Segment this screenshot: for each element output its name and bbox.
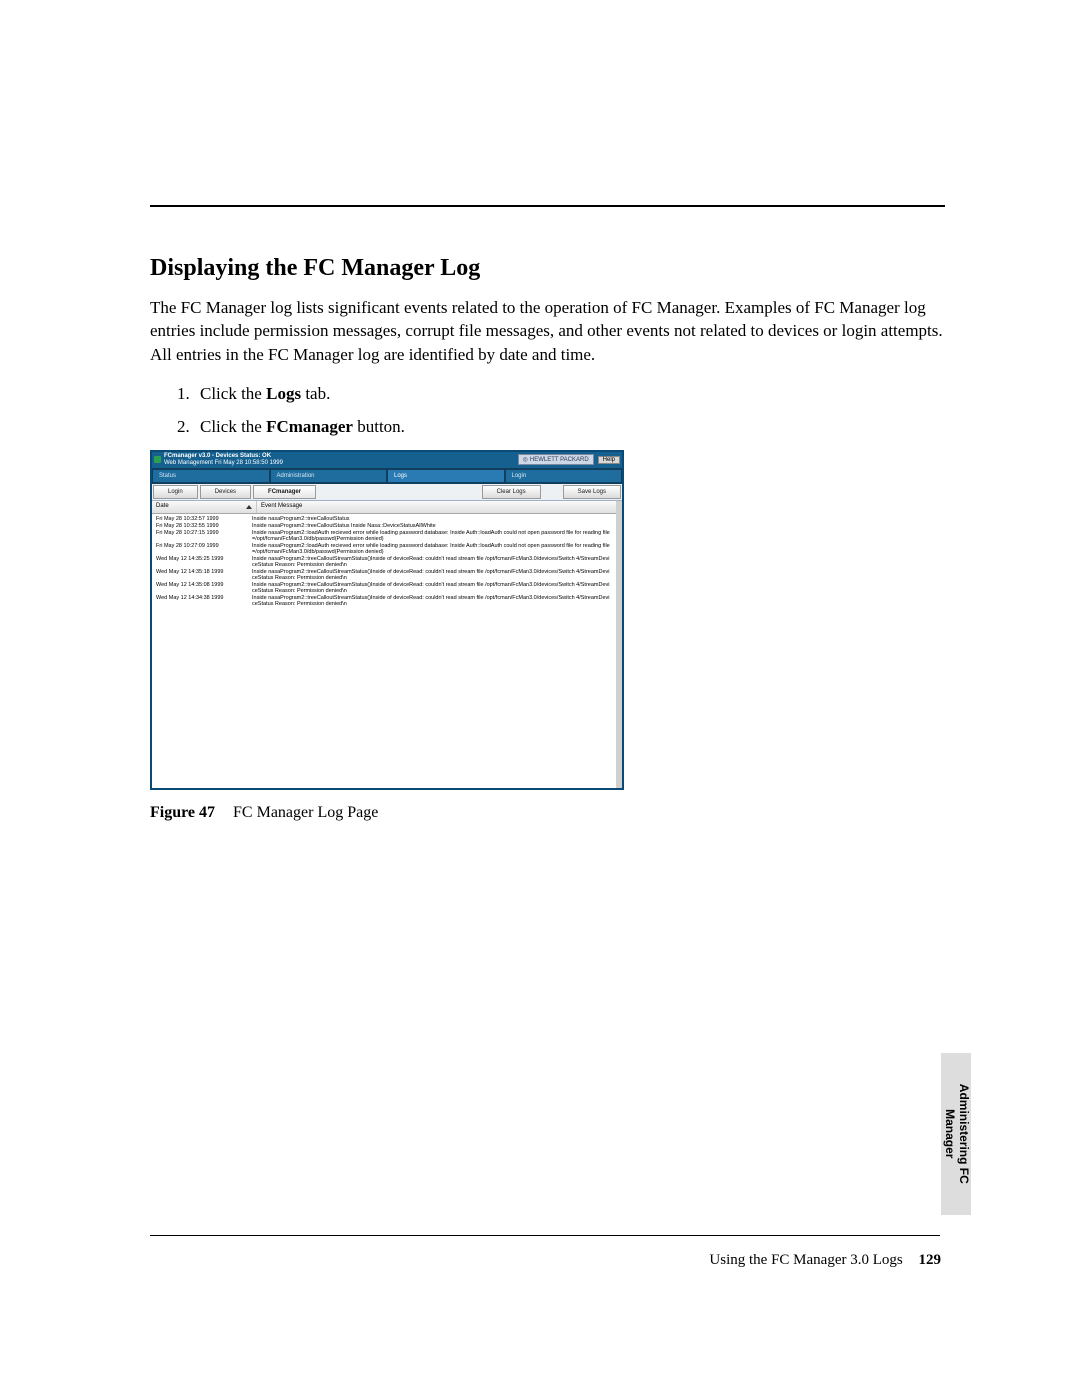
vertical-scrollbar[interactable] (616, 501, 622, 788)
hp-logo-text: HEWLETT PACKARD (530, 457, 589, 463)
intro-paragraph: The FC Manager log lists significant eve… (150, 296, 945, 366)
status-orb-icon (154, 456, 161, 463)
tab-administration[interactable]: Administration (270, 469, 388, 483)
table-row[interactable]: Wed May 12 14:34:38 1999Inside nasaProgr… (152, 595, 616, 608)
section-side-tab: Administering FC Manager (941, 1053, 971, 1215)
step-1-bold: Logs (266, 384, 301, 403)
footer-text: Using the FC Manager 3.0 Logs (709, 1252, 902, 1268)
figure-label: Figure 47 (150, 804, 215, 821)
top-rule (150, 205, 945, 207)
table-row[interactable]: Fri May 28 10:32:57 1999Inside nasaProgr… (152, 516, 616, 523)
fc-manager-log-screenshot: FCmanager v3.0 - Devices Status: OK Web … (150, 450, 624, 790)
logs-toolbar: Login Devices FCmanager Clear Logs Save … (152, 484, 622, 501)
tab-status[interactable]: Status (152, 469, 270, 483)
log-rows: Fri May 28 10:32:57 1999Inside nasaProgr… (152, 514, 616, 788)
save-logs-button[interactable]: Save Logs (563, 485, 621, 499)
titlebar-line1: FCmanager v3.0 - Devices Status: OK (164, 453, 271, 459)
help-button[interactable]: Help (598, 456, 620, 464)
fcmanager-log-button[interactable]: FCmanager (253, 485, 316, 499)
tab-logs[interactable]: Logs (387, 469, 505, 483)
table-row[interactable]: Wed May 12 14:35:18 1999Inside nasaProgr… (152, 569, 616, 582)
login-log-button[interactable]: Login (153, 485, 198, 499)
figure-text: FC Manager Log Page (233, 804, 378, 821)
table-row[interactable]: Fri May 28 10:27:09 1999Inside nasaProgr… (152, 543, 616, 556)
devices-log-button[interactable]: Devices (200, 485, 251, 499)
step-1-post: tab. (301, 384, 330, 403)
table-row[interactable]: Wed May 12 14:35:25 1999Inside nasaProgr… (152, 556, 616, 569)
step-2-post: button. (353, 417, 405, 436)
step-1: Click the Logs tab. (194, 382, 945, 407)
main-tabs: Status Administration Logs Login (152, 468, 622, 484)
figure-caption: Figure 47 FC Manager Log Page (150, 804, 945, 822)
step-2-pre: Click the (200, 417, 266, 436)
steps-list: Click the Logs tab. Click the FCmanager … (150, 382, 945, 439)
step-2: Click the FCmanager button. (194, 415, 945, 440)
hp-logo-badge: ◎ HEWLETT PACKARD (518, 454, 594, 465)
column-header-date[interactable]: Date (152, 501, 257, 513)
bottom-rule (150, 1235, 940, 1236)
titlebar-line2: Web Management Fri May 28 10:58:50 1999 (164, 460, 283, 466)
page-footer: Using the FC Manager 3.0 Logs 129 (709, 1252, 941, 1269)
table-row[interactable]: Fri May 28 10:27:15 1999Inside nasaProgr… (152, 530, 616, 543)
column-header-event-message[interactable]: Event Message (257, 501, 616, 513)
table-row[interactable]: Fri May 28 10:32:55 1999Inside nasaProgr… (152, 523, 616, 530)
section-title: Displaying the FC Manager Log (150, 255, 945, 282)
step-1-pre: Click the (200, 384, 266, 403)
step-2-bold: FCmanager (266, 417, 353, 436)
side-tab-line1: Administering FC (957, 1084, 971, 1184)
side-tab-line2: Manager (943, 1109, 957, 1158)
table-row[interactable]: Wed May 12 14:35:08 1999Inside nasaProgr… (152, 582, 616, 595)
clear-logs-button[interactable]: Clear Logs (482, 485, 541, 499)
hp-logo-icon: ◎ (523, 456, 528, 463)
log-table-headers: Date Event Message (152, 501, 616, 514)
window-titlebar: FCmanager v3.0 - Devices Status: OK Web … (152, 452, 622, 468)
page-number: 129 (919, 1252, 942, 1268)
titlebar-text: FCmanager v3.0 - Devices Status: OK Web … (164, 453, 283, 466)
tab-login[interactable]: Login (505, 469, 623, 483)
